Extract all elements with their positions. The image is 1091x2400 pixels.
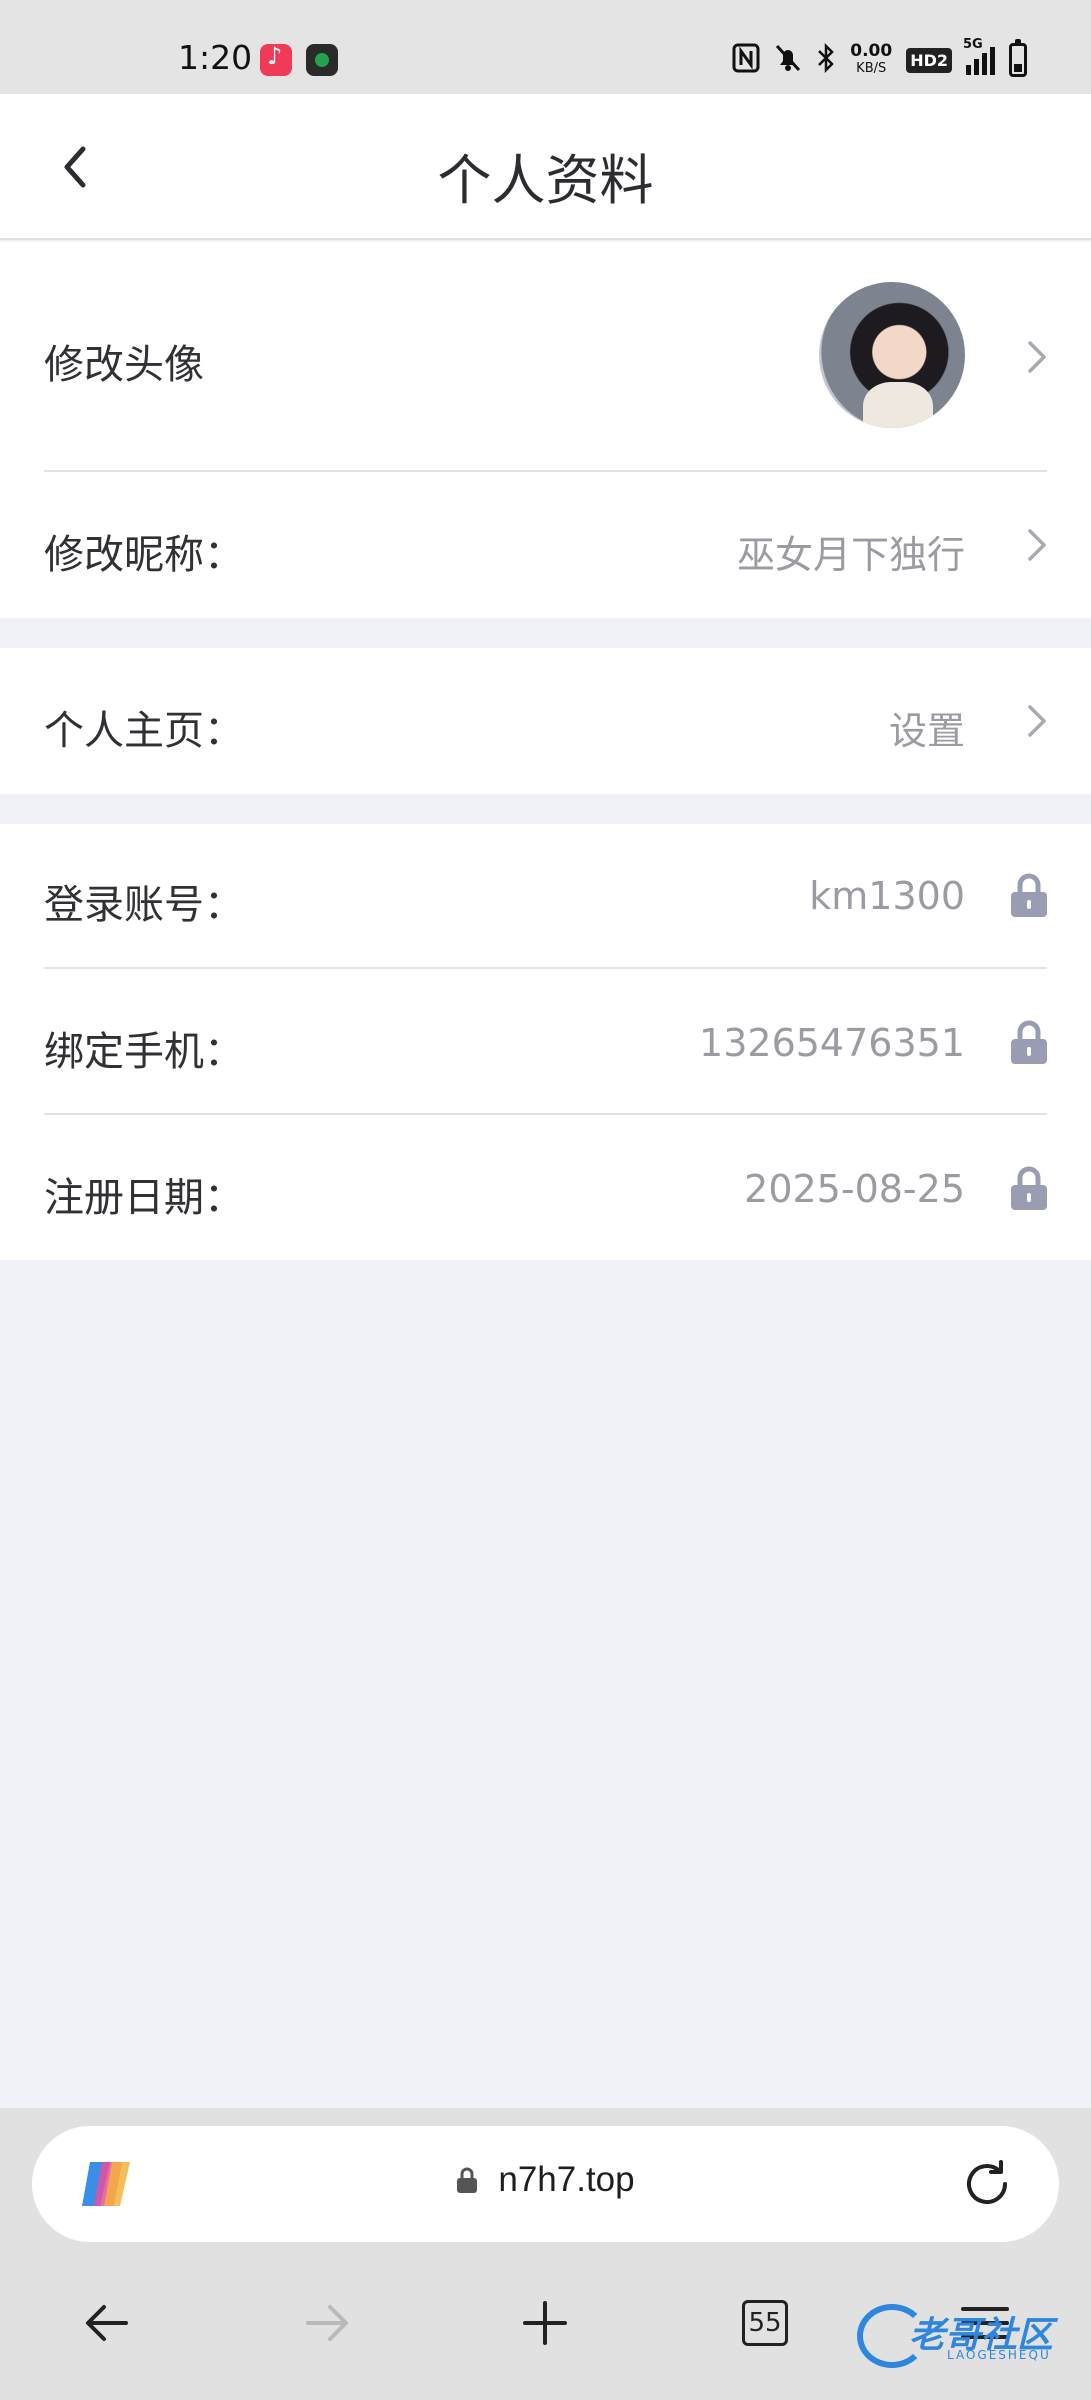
net-speed: 0.00 KB/S: [850, 41, 893, 77]
music-app-icon: [260, 42, 292, 76]
nickname-value: 巫女月下独行: [736, 533, 965, 577]
reload-icon[interactable]: [959, 2156, 1015, 2212]
chevron-right-icon: [1028, 341, 1046, 373]
url-text: n7h7.top: [498, 2160, 635, 2199]
browser-bottom-bar: n7h7.top 55 老哥社区 LAOGESHEQU: [0, 2108, 1091, 2400]
chevron-right-icon: [1028, 529, 1046, 561]
status-bar: 1:20 0.00 KB/S HD2 5G: [0, 0, 1091, 94]
status-icons: 0.00 KB/S HD2 5G: [732, 37, 1027, 80]
nickname-row[interactable]: 修改昵称： 巫女月下独行: [0, 472, 1091, 618]
lock-icon: [1011, 873, 1047, 917]
phone-label: 绑定手机：: [44, 1029, 244, 1075]
mute-icon: [774, 43, 802, 78]
lock-icon: [1011, 1020, 1047, 1064]
phone-value: 13265476351: [699, 1021, 965, 1065]
register-date-row: 注册日期： 2025-08-25: [0, 1115, 1091, 1260]
tabs-count: 55: [742, 2300, 788, 2346]
screen: 1:20 0.00 KB/S HD2 5G: [0, 0, 1091, 2400]
arrow-left-icon: [86, 2305, 128, 2341]
plus-icon: [523, 2301, 567, 2345]
hd-badge: HD2: [906, 47, 952, 73]
avatar[interactable]: [819, 282, 965, 428]
avatar-label: 修改头像: [44, 342, 204, 388]
tabs-button[interactable]: 55: [710, 2268, 820, 2378]
new-tab-button[interactable]: [490, 2268, 600, 2378]
register-date-label: 注册日期：: [44, 1175, 244, 1221]
homepage-section: 个人主页： 设置: [0, 648, 1091, 794]
account-info-section: 登录账号： km1300 绑定手机： 13265476351 注册日期： 202…: [0, 824, 1091, 1260]
nfc-icon: [732, 43, 760, 78]
signal-icon: 5G: [963, 37, 995, 75]
browser-nav-bar: 55 老哥社区 LAOGESHEQU: [0, 2268, 1091, 2400]
status-time: 1:20: [178, 38, 253, 77]
profile-basic-section: 修改头像 修改昵称： 巫女月下独行: [0, 242, 1091, 618]
browser-forward-button[interactable]: [272, 2268, 382, 2378]
account-row: 登录账号： km1300: [0, 824, 1091, 969]
battery-icon: [1009, 39, 1027, 77]
phone-row: 绑定手机： 13265476351: [0, 969, 1091, 1115]
chevron-right-icon: [1028, 705, 1046, 737]
watermark-logo: 老哥社区 LAOGESHEQU: [857, 2296, 1077, 2376]
address-bar[interactable]: n7h7.top: [32, 2126, 1059, 2242]
account-label: 登录账号：: [44, 882, 244, 928]
url-display[interactable]: n7h7.top: [32, 2160, 1059, 2200]
avatar-row[interactable]: 修改头像: [0, 242, 1091, 472]
bluetooth-icon: [816, 42, 836, 78]
nav-app-icon: [306, 44, 338, 76]
register-date-value: 2025-08-25: [744, 1167, 965, 1211]
page-header: 个人资料: [0, 94, 1091, 240]
browser-back-button[interactable]: [52, 2268, 162, 2378]
homepage-row[interactable]: 个人主页： 设置: [0, 648, 1091, 794]
page-title: 个人资料: [437, 149, 654, 212]
arrow-right-icon: [306, 2305, 348, 2341]
lock-icon: [457, 2167, 478, 2193]
nickname-label: 修改昵称：: [44, 532, 244, 578]
homepage-label: 个人主页：: [44, 708, 244, 754]
homepage-value: 设置: [888, 709, 965, 753]
account-value: km1300: [809, 874, 965, 918]
watermark-subtext: LAOGESHEQU: [947, 2348, 1051, 2362]
lock-icon: [1011, 1166, 1047, 1210]
